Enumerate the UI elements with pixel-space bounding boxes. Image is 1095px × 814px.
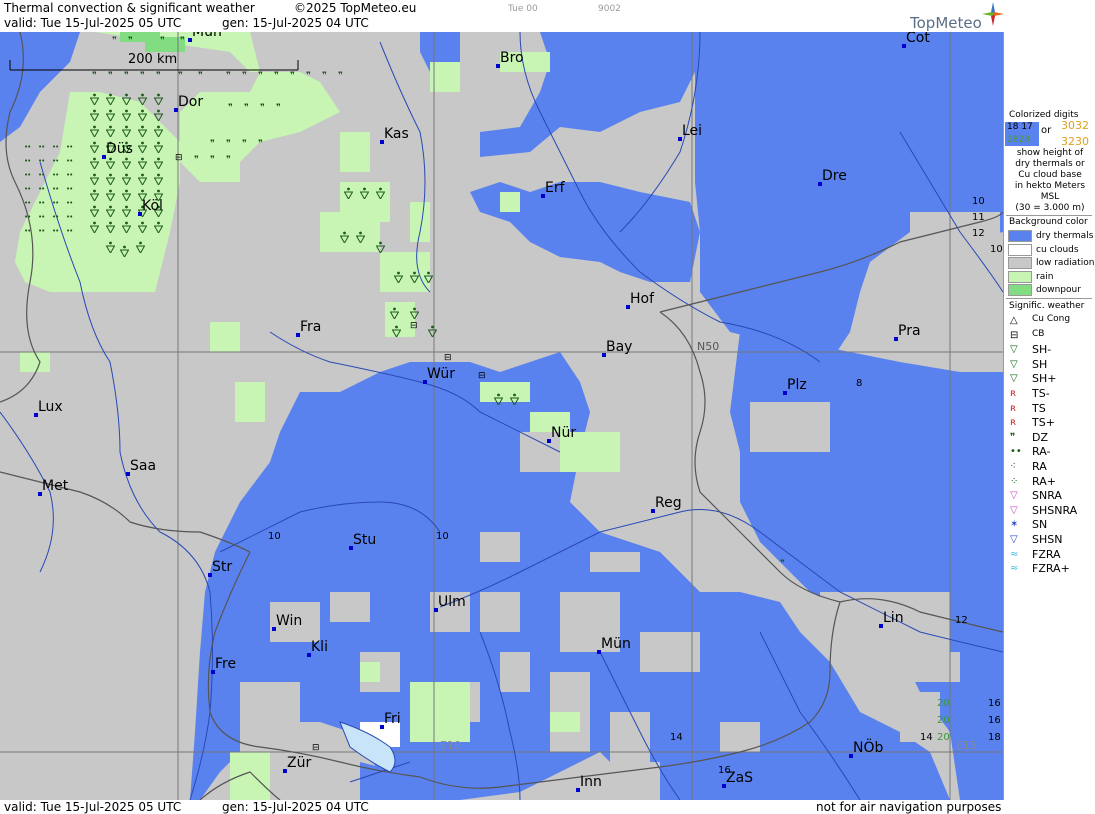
- footer-generated-time: gen: 15-Jul-2025 04 UTC: [222, 800, 369, 814]
- legend-sig-label: FZRA+: [1032, 562, 1070, 576]
- legend-sig-label: SH+: [1032, 372, 1057, 386]
- legend-explain-line: MSL: [1040, 192, 1060, 202]
- footer-bar: valid: Tue 15-Jul-2025 05 UTC gen: 15-Ju…: [0, 800, 1095, 814]
- cu-cong-icon: △: [1010, 315, 1018, 326]
- thermal-digit: 10: [990, 244, 1003, 255]
- rain-light-icon: ••: [1010, 446, 1022, 458]
- legend-sig-label: TS+: [1032, 416, 1055, 430]
- cb-icon: ⊟: [1010, 329, 1019, 341]
- snow-icon: ✶: [1010, 519, 1019, 531]
- legend-bg-label: dry thermals: [1036, 231, 1094, 241]
- thermal-digit: 11: [972, 212, 985, 223]
- rain-icon: ⁖: [1010, 461, 1016, 472]
- legend-bg-title: Background color: [1009, 217, 1088, 227]
- snow-shower-icon: ▽: [1010, 534, 1018, 545]
- thermal-digit: 20: [937, 698, 950, 709]
- thermal-height-digits: 10 11 12 10 8 10 10 12 20 16 20 16 14 14 20 18 16: [0, 32, 1003, 800]
- legend-sig-label: RA+: [1032, 474, 1056, 488]
- thermal-digit: 12: [972, 228, 985, 239]
- legend-digit-sample-b-top: 3032: [1061, 119, 1089, 132]
- legend-sig-label: SH-: [1032, 343, 1052, 357]
- compass-star-icon: [982, 2, 1004, 26]
- legend-sig-label: SH: [1032, 357, 1048, 371]
- map-title: Thermal convection & significant weather: [4, 1, 255, 15]
- legend-sig-label: Cu Cong: [1032, 314, 1071, 324]
- logo-text: TopMeteo: [910, 14, 982, 32]
- thermal-digit: 14: [670, 732, 683, 743]
- thermal-digit: 16: [988, 715, 1001, 726]
- snow-rain-shower-icon: ▽: [1010, 504, 1018, 516]
- thermal-digit: 10: [972, 196, 985, 207]
- valid-time: valid: Tue 15-Jul-2025 05 UTC: [4, 16, 182, 30]
- legend-bg-swatch: [1008, 243, 1032, 256]
- legend-digit-sample-a-bot: 2828: [1007, 135, 1030, 145]
- legend-or: or: [1041, 125, 1052, 136]
- thermal-digit: 16: [988, 698, 1001, 709]
- topmeteo-logo[interactable]: TopMeteo: [910, 2, 1005, 32]
- legend-sig-label: FZRA: [1032, 547, 1061, 561]
- legend-bg-label: low radiation: [1036, 258, 1095, 268]
- legend-sig-label: RA-: [1032, 445, 1051, 459]
- legend-sig-label: DZ: [1032, 430, 1049, 444]
- shower-icon: ▽: [1010, 358, 1018, 370]
- legend-sig-label: TS-: [1032, 387, 1050, 400]
- legend-bg-label: cu clouds: [1036, 244, 1079, 255]
- legend-sig-label: CB: [1032, 328, 1045, 339]
- legend-bg-swatch: [1008, 230, 1032, 242]
- weather-map[interactable]: 200 km N50 E10 E15 •• •• •• •• •• •• •• •• •• •• •…: [0, 32, 1003, 800]
- legend-sig-label: RA: [1032, 460, 1047, 473]
- thermal-digit: 8: [856, 378, 863, 389]
- product-code: 9002: [598, 4, 621, 14]
- legend-explain-line: (30 = 3.000 m): [1015, 203, 1085, 213]
- drizzle-icon: ❞: [1010, 431, 1016, 443]
- legend-sig-label: TS: [1032, 401, 1046, 415]
- shower-light-icon: ▽: [1010, 344, 1018, 356]
- legend-bg-swatch: [1008, 257, 1032, 269]
- legend-bg-swatch: [1008, 270, 1032, 283]
- generated-time: gen: 15-Jul-2025 04 UTC: [222, 16, 369, 30]
- thermal-digit: 10: [436, 531, 449, 542]
- legend-divider: [1006, 215, 1092, 216]
- legend-digit-sample-a: 18 17 2828: [1005, 122, 1039, 146]
- legend-divider: [1006, 298, 1092, 299]
- thermal-digit: 18: [988, 732, 1001, 743]
- thermal-digit: 20: [937, 715, 950, 726]
- legend-bg-label: downpour: [1036, 285, 1081, 295]
- legend-sig-label: SHSN: [1032, 533, 1063, 546]
- freezing-rain-icon: ≈: [1010, 548, 1019, 560]
- rain-heavy-icon: ⁘: [1010, 475, 1019, 487]
- thermal-digit: 14: [920, 732, 933, 743]
- legend-sig-title: Signific. weather: [1009, 301, 1085, 311]
- legend-explain-line: show height of: [1016, 148, 1084, 158]
- copyright-text: ©2025 TopMeteo.eu: [294, 1, 417, 15]
- footer-valid-time: valid: Tue 15-Jul-2025 05 UTC: [4, 800, 182, 814]
- thermal-digit: 16: [718, 765, 731, 776]
- thermal-digit: 10: [268, 531, 281, 542]
- legend-sig-label: SNRA: [1032, 489, 1062, 503]
- forecast-run-label: Tue 00: [508, 4, 538, 14]
- legend-digit-sample-a-top: 18 17: [1007, 122, 1033, 132]
- legend-digit-sample-b-bot: 3230: [1061, 135, 1089, 148]
- legend-sig-label: SHSNRA: [1032, 503, 1078, 517]
- legend-bg-label: rain: [1036, 271, 1054, 282]
- legend-explain-line: in hekto Meters: [1014, 181, 1086, 191]
- header-bar: Thermal convection & significant weather…: [0, 0, 1095, 32]
- freezing-rain-heavy-icon: ≈: [1010, 563, 1019, 575]
- thermal-digit: 12: [955, 615, 968, 626]
- legend-explain-line: Cu cloud base: [1018, 170, 1082, 180]
- footer-disclaimer: not for air navigation purposes: [816, 800, 1002, 814]
- thunderstorm-icon: ʀ: [1010, 402, 1017, 414]
- thunderstorm-light-icon: ʀ: [1010, 388, 1017, 399]
- shower-heavy-icon: ▽: [1010, 373, 1018, 385]
- legend-panel: Colorized digits 18 17 2828 or 3032 3230…: [1003, 32, 1095, 814]
- legend-sig-label: SN: [1032, 518, 1048, 532]
- legend-bg-swatch: [1008, 284, 1032, 296]
- thermal-digit: 20: [937, 732, 950, 743]
- snow-rain-icon: ▽: [1010, 490, 1018, 502]
- thunderstorm-heavy-icon: ʀ: [1010, 417, 1017, 429]
- legend-explain-line: dry thermals or: [1015, 159, 1085, 169]
